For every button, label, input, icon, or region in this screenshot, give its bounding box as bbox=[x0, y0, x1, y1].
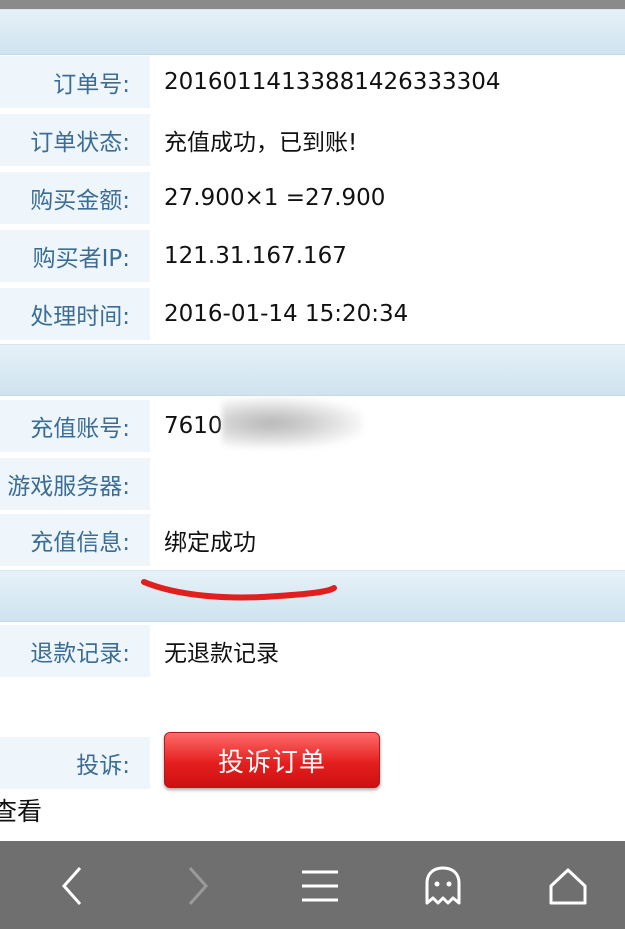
recharge-message-value: 绑定成功 bbox=[164, 530, 256, 556]
row-process-time: 处理时间: 2016-01-14 15:20:34 bbox=[0, 288, 625, 346]
browser-top-bar bbox=[0, 0, 625, 9]
refund-value: 无退款记录 bbox=[164, 641, 279, 667]
process-time-label: 处理时间: bbox=[0, 288, 150, 340]
view-link[interactable]: 查看 bbox=[0, 792, 42, 828]
account-label: 充值账号: bbox=[0, 400, 150, 452]
section-header-recharge bbox=[0, 344, 625, 396]
complaint-order-button[interactable]: 投诉订单 bbox=[164, 732, 380, 788]
row-refund: 退款记录: 无退款记录 bbox=[0, 625, 625, 683]
account-value: 7610 bbox=[164, 413, 223, 439]
order-no-value: 20160114133881426333304 bbox=[164, 69, 501, 95]
order-no-label: 订单号: bbox=[0, 56, 150, 108]
row-recharge-message: 充值信息: 绑定成功 bbox=[0, 514, 625, 572]
menu-icon[interactable] bbox=[295, 863, 345, 909]
server-label: 游戏服务器: bbox=[0, 458, 150, 510]
row-amount: 购买金额: 27.900×1 =27.900 bbox=[0, 172, 625, 230]
complaint-label: 投诉: bbox=[0, 737, 150, 789]
bottom-nav-bar bbox=[0, 841, 625, 929]
back-icon[interactable] bbox=[48, 863, 98, 909]
row-server: 游戏服务器: bbox=[0, 458, 625, 516]
row-buyer-ip: 购买者IP: 121.31.167.167 bbox=[0, 230, 625, 288]
row-order-no: 订单号: 20160114133881426333304 bbox=[0, 56, 625, 114]
buyer-ip-value: 121.31.167.167 bbox=[164, 243, 347, 269]
redaction-blur bbox=[222, 398, 362, 448]
ghost-icon[interactable] bbox=[418, 863, 468, 909]
red-underline-mark bbox=[141, 579, 337, 601]
refund-label: 退款记录: bbox=[0, 625, 150, 677]
order-status-label: 订单状态: bbox=[0, 114, 150, 166]
row-order-status: 订单状态: 充值成功，已到账! bbox=[0, 114, 625, 172]
home-icon[interactable] bbox=[543, 863, 593, 909]
section-header-order bbox=[0, 9, 625, 55]
forward-icon[interactable] bbox=[172, 863, 222, 909]
process-time-value: 2016-01-14 15:20:34 bbox=[164, 301, 409, 327]
amount-value: 27.900×1 =27.900 bbox=[164, 185, 386, 211]
recharge-message-label: 充值信息: bbox=[0, 514, 150, 566]
amount-label: 购买金额: bbox=[0, 172, 150, 224]
buyer-ip-label: 购买者IP: bbox=[0, 230, 150, 282]
order-status-value: 充值成功，已到账! bbox=[164, 130, 358, 156]
